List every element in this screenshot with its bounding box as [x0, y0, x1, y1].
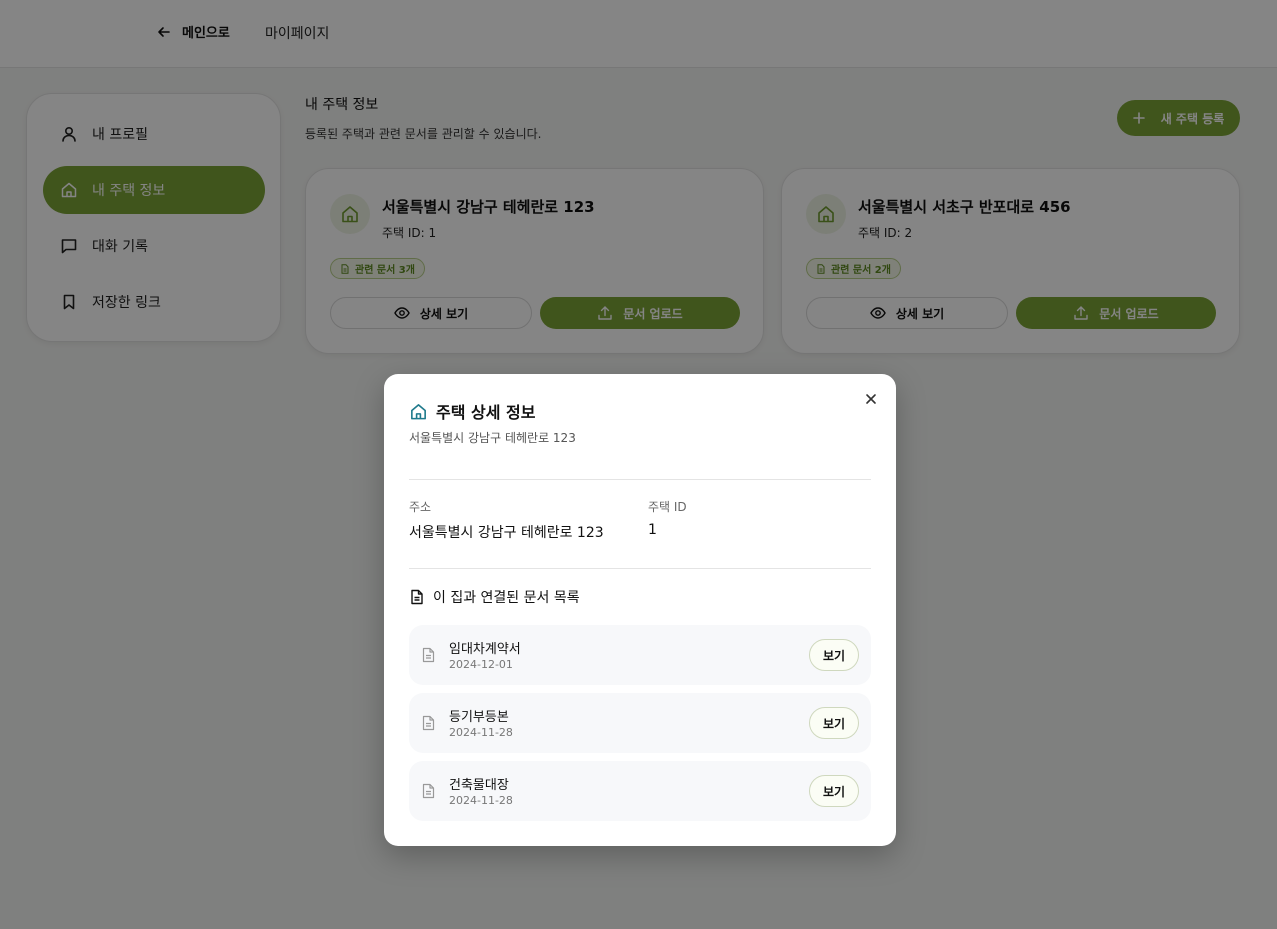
document-icon [422, 715, 435, 731]
house-id-value: 1 [648, 522, 657, 538]
document-date: 2024-11-28 [449, 794, 513, 807]
document-name: 등기부등본 [449, 710, 509, 725]
view-document-button[interactable]: 보기 [809, 775, 859, 807]
divider [409, 568, 871, 569]
divider [409, 479, 871, 480]
modal-subtitle: 서울특별시 강남구 테헤란로 123 [409, 431, 576, 445]
document-date: 2024-11-28 [449, 726, 513, 739]
modal-title-text: 주택 상세 정보 [436, 403, 536, 422]
home-icon [411, 403, 426, 419]
modal-title: 주택 상세 정보 [409, 399, 535, 423]
address-label: 주소 [409, 500, 432, 514]
document-date: 2024-12-01 [449, 658, 513, 671]
address-value: 서울특별시 강남구 테헤란로 123 [409, 525, 604, 541]
document-icon [422, 647, 435, 663]
document-name: 임대차계약서 [449, 642, 521, 657]
close-icon[interactable] [864, 392, 878, 406]
document-icon [422, 783, 435, 799]
view-document-button[interactable]: 보기 [809, 707, 859, 739]
documents-section-label: 이 집과 연결된 문서 목록 [433, 590, 580, 606]
view-document-button[interactable]: 보기 [809, 639, 859, 671]
document-row: 등기부등본 2024-11-28 보기 [409, 693, 871, 753]
house-detail-modal: 주택 상세 정보 서울특별시 강남구 테헤란로 123 주소 서울특별시 강남구… [384, 374, 896, 846]
document-row: 임대차계약서 2024-12-01 보기 [409, 625, 871, 685]
document-icon [411, 589, 423, 605]
house-id-label: 주택 ID [648, 500, 687, 514]
documents-section-title: 이 집과 연결된 문서 목록 [409, 587, 580, 607]
document-name: 건축물대장 [449, 778, 509, 793]
document-row: 건축물대장 2024-11-28 보기 [409, 761, 871, 821]
